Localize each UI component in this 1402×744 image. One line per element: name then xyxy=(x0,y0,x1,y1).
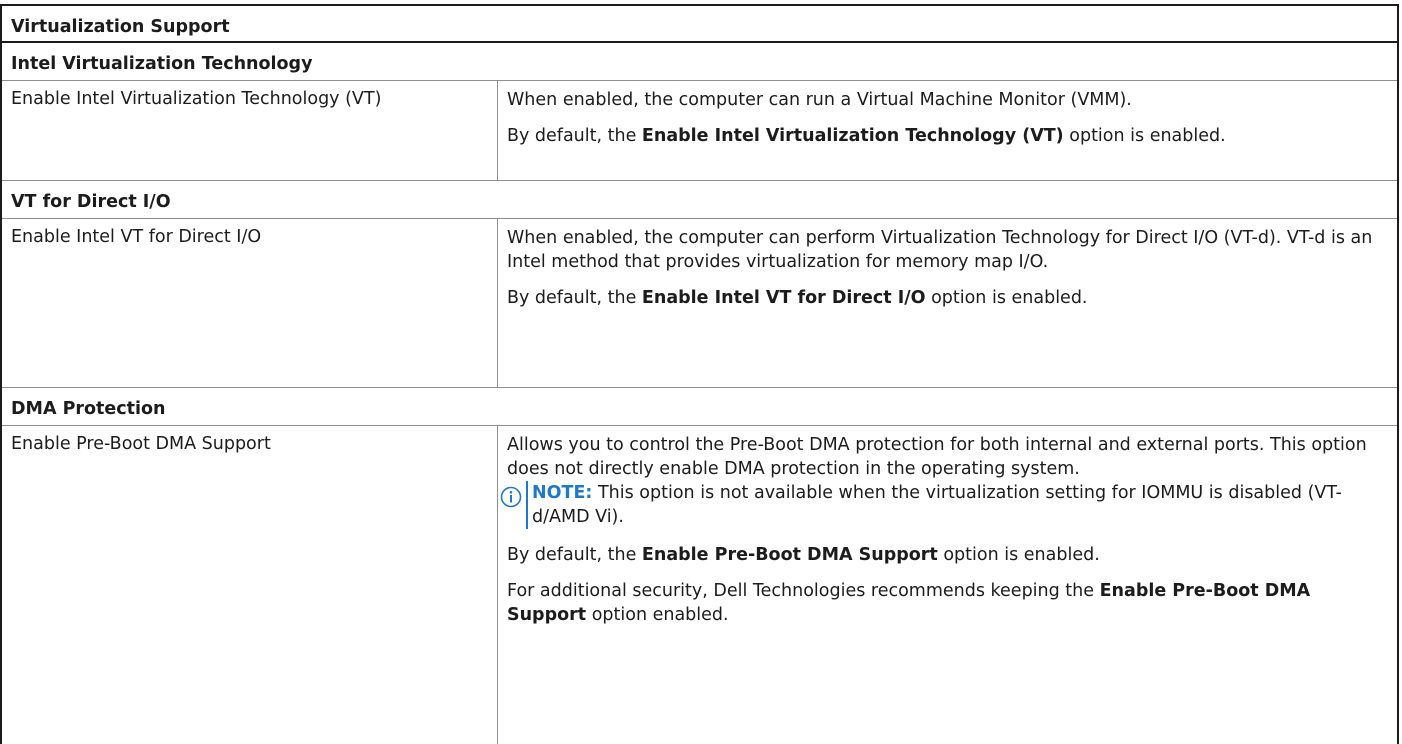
default-option-name: Enable Pre-Boot DMA Support xyxy=(641,545,938,565)
default-prefix: By default, the xyxy=(507,126,642,146)
settings-table: Virtualization Support Intel Virtualizat… xyxy=(0,4,1399,744)
section-heading-vt-direct-io: VT for Direct I/O xyxy=(2,181,1397,219)
description-text: Allows you to control the Pre-Boot DMA p… xyxy=(507,435,1367,479)
setting-option-name: Enable Intel Virtualization Technology (… xyxy=(2,81,498,180)
default-statement: By default, the Enable Pre-Boot DMA Supp… xyxy=(507,543,1389,567)
setting-description: When enabled, the computer can run a Vir… xyxy=(498,81,1397,180)
recommendation-suffix: option enabled. xyxy=(586,605,729,625)
default-suffix: option is enabled. xyxy=(1063,126,1226,146)
setting-description: Allows you to control the Pre-Boot DMA p… xyxy=(498,426,1397,744)
security-recommendation: For additional security, Dell Technologi… xyxy=(507,579,1389,627)
setting-option-name: Enable Intel VT for Direct I/O xyxy=(2,219,498,387)
setting-description: When enabled, the computer can perform V… xyxy=(498,219,1397,387)
description-text: When enabled, the computer can perform V… xyxy=(507,228,1373,272)
info-icon xyxy=(500,486,522,508)
note-box: NOTE: This option is not available when … xyxy=(500,481,1389,529)
description-text: When enabled, the computer can run a Vir… xyxy=(507,90,1132,110)
setting-row-vt-direct-io: Enable Intel VT for Direct I/O When enab… xyxy=(2,219,1397,388)
default-suffix: option is enabled. xyxy=(937,545,1100,565)
recommendation-prefix: For additional security, Dell Technologi… xyxy=(507,581,1100,601)
section-heading-dma-protection: DMA Protection xyxy=(2,388,1397,426)
default-prefix: By default, the xyxy=(507,288,642,308)
note-label: NOTE: xyxy=(532,483,593,503)
setting-option-name: Enable Pre-Boot DMA Support xyxy=(2,426,498,744)
default-statement: By default, the Enable Intel VT for Dire… xyxy=(507,286,1389,310)
default-statement: By default, the Enable Intel Virtualizat… xyxy=(507,124,1389,148)
setting-row-intel-vt: Enable Intel Virtualization Technology (… xyxy=(2,81,1397,181)
section-heading-intel-vt: Intel Virtualization Technology xyxy=(2,43,1397,81)
table-title: Virtualization Support xyxy=(2,6,1397,43)
default-option-name: Enable Intel Virtualization Technology (… xyxy=(641,126,1064,146)
default-suffix: option is enabled. xyxy=(925,288,1088,308)
note-text: NOTE: This option is not available when … xyxy=(526,481,1389,529)
default-option-name: Enable Intel VT for Direct I/O xyxy=(641,288,926,308)
setting-row-pre-boot-dma: Enable Pre-Boot DMA Support Allows you t… xyxy=(2,426,1397,744)
default-prefix: By default, the xyxy=(507,545,642,565)
note-content: This option is not available when the vi… xyxy=(532,483,1342,527)
